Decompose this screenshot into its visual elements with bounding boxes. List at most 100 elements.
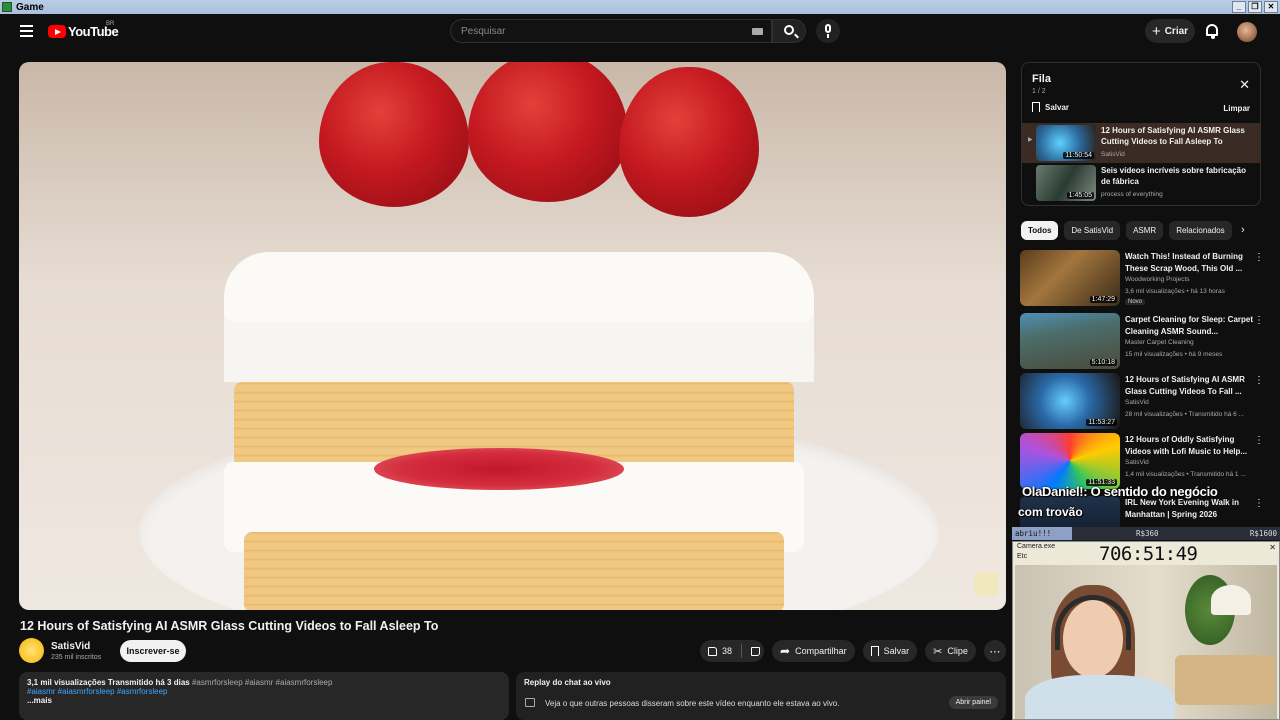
subscribe-button[interactable]: Inscrever-se [120,640,186,662]
close-icon[interactable]: ✕ [1239,77,1250,93]
queue-item-title[interactable]: Seis vídeos incríveis sobre fabricação d… [1101,165,1256,187]
recommendation-channel[interactable]: Woodworking Projects [1125,276,1190,283]
bookmark-icon [1032,102,1040,112]
chip-relacionados[interactable]: Relacionados [1169,221,1232,240]
video-frame-cake [224,252,814,610]
recommendation-channel[interactable]: Master Carpet Cleaning [1125,339,1194,346]
notifications-bell-icon[interactable] [1206,24,1218,39]
chat-replay-title: Replay do chat ao vivo [524,678,611,687]
more-vert-icon[interactable]: ⋮ [1254,498,1264,509]
restore-icon[interactable]: ❐ [1248,1,1262,13]
recommendation-channel[interactable]: SatisVid [1125,459,1149,466]
channel-name[interactable]: SatisVid [51,641,90,652]
queue-item[interactable]: ▶ 11:50:54 12 Hours of Satisfying AI ASM… [1022,123,1260,163]
keyboard-icon[interactable] [752,28,763,35]
create-button[interactable]: + Criar [1145,19,1195,43]
queue-thumbnail[interactable]: 1:45:05 [1036,165,1096,201]
chip-de-satisvid[interactable]: De SatisVid [1064,221,1121,240]
donation-label: abriu!!! [1015,529,1052,538]
recommendation-title[interactable]: 12 Hours of Oddly Satisfying Videos with… [1125,434,1255,457]
queue-thumbnail[interactable]: 11:50:54 [1036,125,1096,161]
webcam-feed [1015,565,1277,719]
now-playing-icon: ▶ [1028,137,1033,143]
duration-badge: 11:50:54 [1063,152,1094,159]
create-label: Criar [1164,25,1189,37]
clip-button[interactable]: ✂ Clipe [925,640,976,662]
recommendation-channel[interactable]: SatisVid [1125,399,1149,406]
show-more-link[interactable]: ...mais [27,696,501,705]
recommendation-title[interactable]: 12 Hours of Satisfying AI ASMR Glass Cut… [1125,374,1255,397]
search-input[interactable]: Pesquisar [450,19,772,43]
subscriber-count: 235 mil inscritos [51,654,102,661]
camera-window-title: Camera.exe [1017,543,1056,550]
channel-watermark-icon[interactable] [974,572,998,596]
description-box[interactable]: 3,1 mil visualizações Transmitido há 3 d… [19,672,509,720]
description-tags[interactable]: #asmrforsleep #aiasmr #aiasmrforsleep [190,678,333,687]
strawberry [468,62,628,202]
thumbs-up-icon[interactable] [708,646,717,656]
queue-item-channel: process of everything [1101,191,1163,198]
voice-search-button[interactable] [816,19,840,43]
more-vert-icon[interactable]: ⋮ [1254,252,1264,263]
scissors-icon: ✂ [933,645,943,658]
hamburger-menu-icon[interactable] [20,25,33,37]
recommendation-title[interactable]: Watch This! Instead of Burning These Scr… [1125,251,1255,274]
recommendation-thumbnail[interactable]: 11:53:27 [1020,373,1120,429]
chip-todos[interactable]: Todos [1021,221,1059,240]
thumbs-down-icon[interactable] [751,646,761,656]
stream-overlay-chat-message: OlaDaniel!: O sentido do negócio [1022,484,1218,499]
new-badge: Novo [1125,299,1146,305]
bookmark-icon [870,646,879,656]
os-title-bar: Game _ ❐ ✕ [0,0,1280,14]
recommendation-item[interactable]: 1:47:29 Watch This! Instead of Burning T… [1020,250,1270,308]
more-vert-icon[interactable]: ⋮ [1254,315,1264,326]
queue-panel: Fila 1 / 2 ✕ Salvar Limpar ▶ 11:50:54 12… [1021,62,1261,206]
video-title: 12 Hours of Satisfying AI ASMR Glass Cut… [20,619,439,633]
account-avatar[interactable] [1237,22,1257,42]
like-count[interactable]: 38 [722,646,732,656]
recommendation-meta: 1,4 mil visualizações • Transmitido há 1… [1125,471,1246,478]
search-button[interactable] [772,19,806,43]
recommendation-item[interactable]: 11:51:33 12 Hours of Oddly Satisfying Vi… [1020,433,1270,491]
recommendation-item[interactable]: 5:10:18 Carpet Cleaning for Sleep: Carpe… [1020,313,1270,371]
camera-window-menu[interactable]: Etc [1017,553,1027,560]
recommendation-thumbnail[interactable]: 1:47:29 [1020,250,1120,306]
screen: Game _ ❐ ✕ YouTube BR Pesquisar + Criar [0,0,1280,720]
recommendation-thumbnail[interactable]: 11:51:33 [1020,433,1120,489]
share-button[interactable]: ➦ Compartilhar [772,640,855,662]
video-actions: 38 ➦ Compartilhar Salvar ✂ Clipe ⋯ [700,640,1006,662]
video-player[interactable] [19,62,1006,610]
chat-icon [525,698,535,707]
open-panel-button[interactable]: Abrir painel [948,696,998,709]
more-vert-icon[interactable]: ⋮ [1254,435,1264,446]
strawberry [619,67,759,217]
more-vert-icon[interactable]: ⋮ [1254,375,1264,386]
queue-item-title[interactable]: 12 Hours of Satisfying AI ASMR Glass Cut… [1101,125,1256,147]
description-hashtags[interactable]: #aiasmr #aiasmrforsleep #asmrforsleep [27,687,501,696]
youtube-logo[interactable]: YouTube BR [48,21,119,39]
recommendation-thumbnail[interactable]: 5:10:18 [1020,313,1120,369]
queue-title: Fila [1032,73,1051,85]
chevron-right-icon[interactable]: › [1241,224,1245,236]
queue-clear-button[interactable]: Limpar [1223,104,1250,113]
minimize-icon[interactable]: _ [1232,1,1246,13]
donation-goal: R$1600 [1249,529,1277,538]
queue-count: 1 / 2 [1032,88,1046,95]
chip-asmr[interactable]: ASMR [1126,221,1164,240]
recommendation-title[interactable]: IRL New York Evening Walk in Manhattan |… [1125,497,1255,520]
masthead: YouTube BR Pesquisar + Criar [0,14,1280,48]
live-chat-replay: Replay do chat ao vivo Veja o que outras… [516,672,1006,720]
queue-item[interactable]: 1:45:05 Seis vídeos incríveis sobre fabr… [1022,163,1260,203]
save-button[interactable]: Salvar [862,640,918,662]
recommendation-item[interactable]: 11:53:27 12 Hours of Satisfying AI ASMR … [1020,373,1270,431]
more-actions-button[interactable]: ⋯ [983,640,1006,662]
recommendation-title[interactable]: Carpet Cleaning for Sleep: Carpet Cleani… [1125,314,1255,337]
close-window-icon[interactable]: ✕ [1264,1,1278,13]
microphone-icon [825,24,831,33]
plus-icon: + [1151,22,1161,40]
close-icon[interactable]: ✕ [1269,543,1276,552]
chat-replay-text: Veja o que outras pessoas disseram sobre… [545,699,840,708]
os-window-title: Game [16,1,44,13]
queue-save-button[interactable]: Salvar [1032,102,1069,112]
channel-avatar[interactable] [19,638,44,663]
